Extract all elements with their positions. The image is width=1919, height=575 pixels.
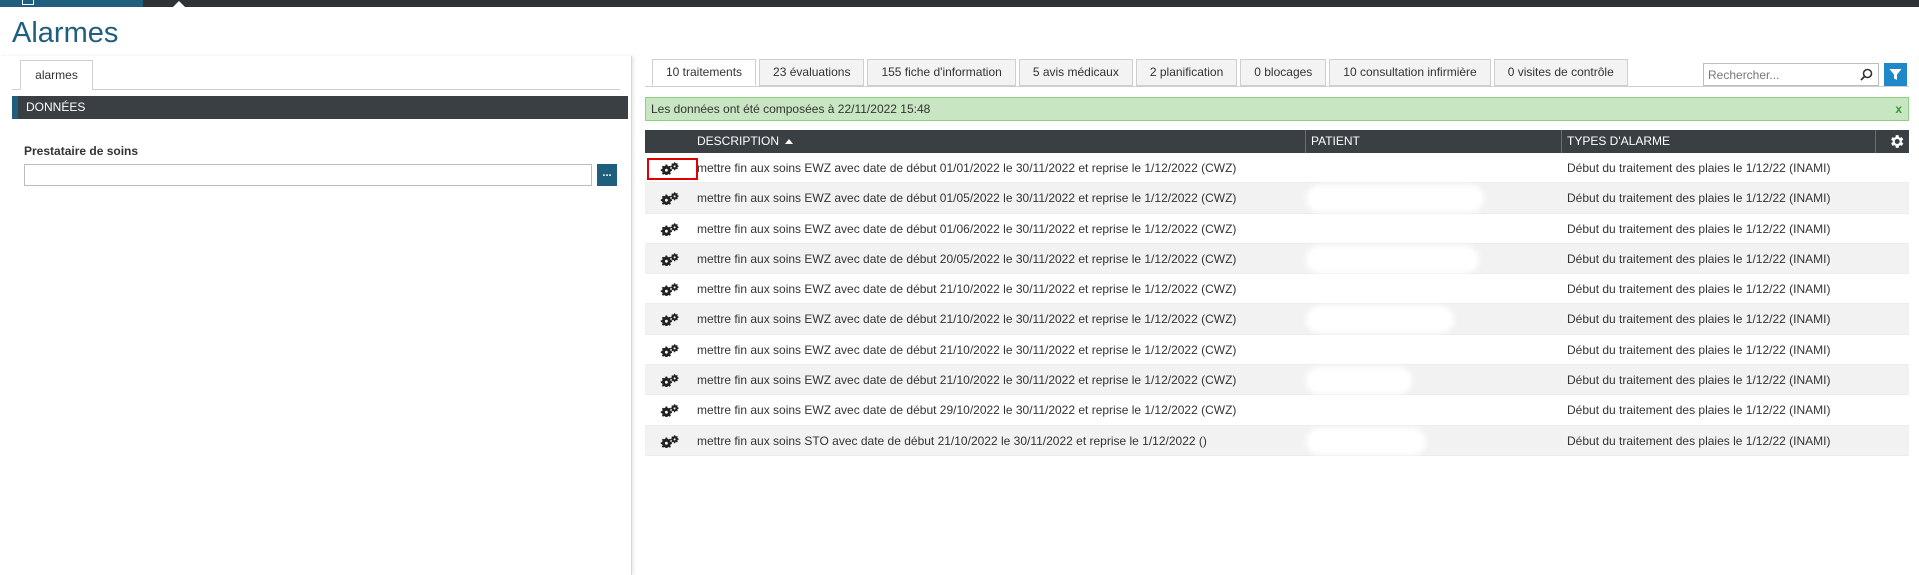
tab-7[interactable]: 0 visites de contrôle [1493,59,1628,86]
cell-description: mettre fin aux soins EWZ avec date de dé… [697,403,1237,418]
gears-icon [660,222,679,236]
grid-header: DESCRIPTION PATIENT TYPES D'ALARME [645,130,1909,153]
banner-close-button[interactable]: x [1895,98,1902,120]
cell-alarm-type: Début du traitement des plaies le 1/12/2… [1567,342,1831,357]
gears-icon [660,192,679,206]
top-bar [0,0,1919,7]
filter-button[interactable] [1884,63,1907,86]
highlight-box [647,158,698,180]
tab-alarmes[interactable]: alarmes [20,60,93,90]
column-header-description[interactable]: DESCRIPTION [697,130,794,153]
filter-icon [1889,69,1902,80]
tab-6[interactable]: 10 consultation infirmière [1329,59,1491,86]
gear-icon[interactable] [1888,133,1905,150]
left-panel: alarmes DONNÉES Prestataire de soins ... [0,56,632,575]
gears-icon [660,434,679,448]
gears-icon [660,404,679,418]
cell-alarm-type: Début du traitement des plaies le 1/12/2… [1567,433,1831,448]
tab-5[interactable]: 0 blocages [1240,59,1327,86]
cell-alarm-type: Début du traitement des plaies le 1/12/2… [1567,282,1831,297]
gears-icon [660,313,679,327]
cell-alarm-type: Début du traitement des plaies le 1/12/2… [1567,191,1831,206]
sort-ascending-icon [785,139,794,144]
column-separator[interactable] [1305,130,1306,153]
patient-redaction [1310,371,1408,391]
table-row[interactable]: mettre fin aux soins EWZ avec date de dé… [645,274,1909,305]
patient-redaction [1310,431,1422,451]
patient-redaction [1310,189,1480,209]
table-row[interactable]: mettre fin aux soins EWZ avec date de dé… [645,335,1909,366]
category-tabs: 10 traitements 23 évaluations 155 fiche d'… [652,59,1631,86]
patient-redaction [1310,249,1475,269]
cell-description: mettre fin aux soins EWZ avec date de dé… [697,161,1237,175]
column-header-patient[interactable]: PATIENT [1311,130,1360,153]
gears-icon [660,374,679,388]
gears-icon [660,283,679,297]
home-icon [22,0,34,5]
care-provider-label: Prestataire de soins [24,144,139,158]
tab-divider [12,89,620,90]
cell-alarm-type: Début du traitement des plaies le 1/12/2… [1567,221,1831,236]
cell-alarm-type: Début du traitement des plaies le 1/12/2… [1567,161,1831,175]
cell-description: mettre fin aux soins EWZ avec date de dé… [697,282,1237,297]
tabs-divider [645,86,1909,87]
column-separator [1875,130,1876,153]
column-header-types[interactable]: TYPES D'ALARME [1567,130,1670,153]
cell-description: mettre fin aux soins STO avec date de dé… [697,433,1207,448]
patient-redaction [1310,310,1450,330]
table-row[interactable]: mettre fin aux soins EWZ avec date de dé… [645,304,1909,335]
tab-1[interactable]: 23 évaluations [759,59,865,86]
banner-text: Les données ont été composées à 22/11/20… [651,102,931,116]
page-title: Alarmes [12,17,119,49]
grid-body: mettre fin aux soins EWZ avec date de dé… [645,153,1909,456]
table-row[interactable]: mettre fin aux soins EWZ avec date de dé… [645,395,1909,426]
info-banner: Les données ont été composées à 22/11/20… [645,97,1909,121]
cell-alarm-type: Début du traitement des plaies le 1/12/2… [1567,251,1831,266]
search-box [1703,63,1879,86]
column-header-description-label: DESCRIPTION [697,134,780,148]
search-icon[interactable] [1860,68,1873,81]
cell-description: mettre fin aux soins EWZ avec date de dé… [697,373,1237,388]
table-row[interactable]: mettre fin aux soins EWZ avec date de dé… [645,183,1909,214]
cell-alarm-type: Début du traitement des plaies le 1/12/2… [1567,403,1831,418]
table-row[interactable]: mettre fin aux soins EWZ avec date de dé… [645,214,1909,244]
care-provider-lookup-button[interactable]: ... [597,164,617,186]
cell-description: mettre fin aux soins EWZ avec date de dé… [697,191,1237,206]
table-row[interactable]: mettre fin aux soins STO avec date de dé… [645,425,1909,456]
cell-description: mettre fin aux soins EWZ avec date de dé… [697,251,1237,266]
home-button[interactable] [0,0,143,7]
cell-description: mettre fin aux soins EWZ avec date de dé… [697,221,1237,236]
cell-alarm-type: Début du traitement des plaies le 1/12/2… [1567,373,1831,388]
tab-2[interactable]: 155 fiche d'information [867,59,1016,86]
column-separator[interactable] [1561,130,1562,153]
gears-icon [660,253,679,266]
table-row[interactable]: mettre fin aux soins EWZ avec date de dé… [645,365,1909,396]
cell-alarm-type: Début du traitement des plaies le 1/12/2… [1567,312,1831,327]
table-row[interactable]: mettre fin aux soins EWZ avec date de dé… [645,153,1909,184]
tab-3[interactable]: 5 avis médicaux [1018,59,1133,86]
tab-0[interactable]: 10 traitements [652,59,757,86]
cell-description: mettre fin aux soins EWZ avec date de dé… [697,312,1237,327]
section-header-donnees: DONNÉES [12,96,628,119]
active-caret [173,1,185,7]
care-provider-input[interactable] [24,164,592,186]
gears-icon [660,343,679,357]
search-input[interactable] [1704,64,1854,85]
tab-4[interactable]: 2 planification [1135,59,1238,86]
cell-description: mettre fin aux soins EWZ avec date de dé… [697,342,1237,357]
table-row[interactable]: mettre fin aux soins EWZ avec date de dé… [645,243,1909,275]
